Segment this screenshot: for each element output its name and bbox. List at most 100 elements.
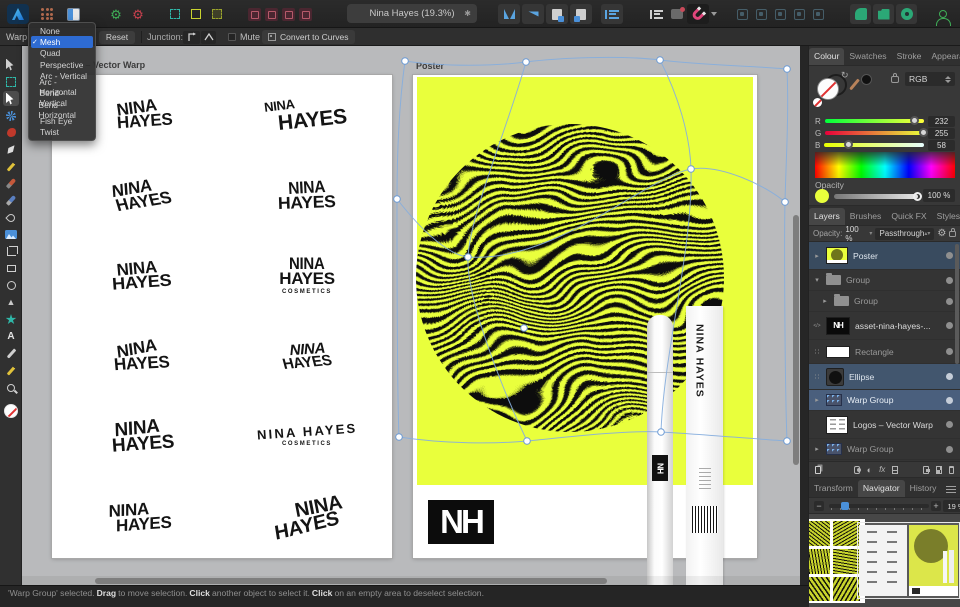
snap-option-3-icon[interactable]	[771, 4, 789, 24]
insert-in-front-icon[interactable]	[263, 4, 280, 24]
vector-brush-tool[interactable]	[3, 193, 19, 208]
duplicate-layer-icon[interactable]	[923, 465, 931, 474]
expand-icon[interactable]: ▸	[821, 297, 829, 305]
mesh-node[interactable]	[395, 433, 403, 441]
tab-history[interactable]: History	[905, 480, 942, 497]
mesh-node[interactable]	[783, 65, 791, 73]
boolean-subtract-icon[interactable]	[873, 4, 894, 24]
junction-sharp-field[interactable]	[183, 30, 200, 44]
crop-tool[interactable]	[3, 244, 19, 259]
opacity-slider[interactable]	[834, 191, 922, 201]
logo-variant[interactable]: NINA HAYES	[52, 317, 222, 398]
fill-swatch-none-icon[interactable]	[817, 78, 839, 100]
layer-row-asset[interactable]: </> NH asset-nina-hayes-...	[809, 312, 960, 340]
menu-item-quad[interactable]: Quad	[29, 48, 95, 59]
visibility-dot-icon[interactable]	[946, 396, 953, 404]
mask-icon[interactable]	[853, 465, 861, 474]
visibility-dot-icon[interactable]	[946, 373, 953, 380]
convert-to-curves-button[interactable]: Convert to Curves	[262, 30, 355, 44]
logos-artboard[interactable]: NINA HAYES NINA HAYES NINA HAYES NINA HAYES …	[52, 75, 392, 558]
green-slider[interactable]	[825, 128, 929, 138]
zoom-out-button[interactable]: −	[814, 501, 824, 511]
logo-variant[interactable]: NINA HAYES	[222, 75, 392, 156]
tab-appearance[interactable]: Appearance	[926, 48, 960, 65]
mesh-node[interactable]	[522, 58, 530, 66]
poster-artboard-label[interactable]: Poster	[416, 61, 444, 71]
horizontal-scrollbar-thumb[interactable]	[95, 577, 607, 584]
opacity-slider-knob[interactable]	[912, 191, 922, 201]
visibility-dot-icon[interactable]	[946, 421, 953, 428]
menu-item-perspective[interactable]: Perspective	[29, 59, 95, 70]
lock-icon[interactable]	[891, 73, 899, 83]
green-value[interactable]: 255	[928, 127, 955, 139]
artboard-tool[interactable]	[3, 74, 19, 89]
logo-variant[interactable]: NINA HAYES	[52, 236, 222, 317]
tab-quick-fx[interactable]: Quick FX	[886, 208, 931, 225]
boolean-intersect-icon[interactable]	[896, 4, 917, 24]
colour-mode-select[interactable]: RGB	[905, 72, 955, 86]
brush-tool[interactable]	[3, 176, 19, 191]
junction-smooth-field[interactable]	[201, 30, 216, 44]
pencil-tool[interactable]	[3, 159, 19, 174]
no-colour-mini-icon[interactable]	[813, 98, 822, 107]
logo-variant[interactable]: NINA HAYES COSMETICS	[222, 397, 392, 478]
logo-variant[interactable]: NINA HAYES	[222, 478, 392, 559]
blue-slider-knob[interactable]	[844, 140, 854, 150]
nh-logo[interactable]: NH	[428, 500, 494, 544]
layer-row-warp-group[interactable]: ▸ Warp Group	[809, 390, 960, 411]
navigator-preview[interactable]	[809, 514, 960, 607]
visibility-dot-icon[interactable]	[946, 252, 953, 259]
expand-icon[interactable]: ▸	[813, 396, 821, 404]
layer-lock-icon[interactable]	[949, 228, 956, 237]
rectangle-tool[interactable]	[3, 261, 19, 276]
affinity-designer-app-icon[interactable]	[7, 4, 29, 24]
visibility-dot-icon[interactable]	[946, 322, 953, 329]
poster-artboard[interactable]: NH NH NINA HAYES	[413, 75, 757, 585]
menu-item-none[interactable]: None	[29, 25, 95, 36]
place-image-tool[interactable]	[3, 227, 19, 242]
panel-menu-icon[interactable]	[946, 485, 956, 493]
mesh-node[interactable]	[783, 437, 791, 445]
zoom-value-box[interactable]: 19 %	[943, 500, 960, 512]
reset-button[interactable]: Reset	[99, 30, 135, 44]
collapse-icon[interactable]: ▾	[813, 276, 821, 284]
snap-option-4-icon[interactable]	[790, 4, 808, 24]
mesh-node[interactable]	[401, 57, 409, 65]
canvas[interactable]: Logos – Vector Warp Poster NINA HAYES NIN…	[22, 46, 800, 585]
snapping-magnet-icon[interactable]	[687, 4, 709, 24]
colour-picker-tool[interactable]	[3, 346, 19, 361]
menu-item-bend-horizontal[interactable]: Bend - Horizontal	[29, 100, 95, 120]
zoom-tool[interactable]	[3, 380, 19, 395]
zoom-in-button[interactable]: +	[931, 501, 941, 511]
mesh-node[interactable]	[393, 195, 401, 203]
mesh-node[interactable]	[781, 198, 789, 206]
opacity-colour-swatch[interactable]	[815, 189, 829, 203]
move-tool[interactable]	[3, 57, 19, 72]
tab-navigator[interactable]: Navigator	[857, 480, 905, 497]
tab-layers[interactable]: Layers	[809, 208, 845, 225]
mesh-warp-tool[interactable]	[3, 108, 19, 123]
visibility-dot-icon[interactable]	[946, 276, 953, 284]
document-title[interactable]: Nina Hayes (19.3%) ✱	[347, 4, 477, 23]
edit-all-layers-icon[interactable]	[815, 465, 821, 474]
move-to-front-icon[interactable]	[546, 4, 568, 24]
alignment-icon[interactable]	[601, 4, 623, 24]
snapping-dropdown-icon[interactable]	[709, 4, 719, 24]
swap-fill-stroke-icon[interactable]: ↻	[841, 70, 849, 81]
layer-opacity-value[interactable]: 100 %	[845, 225, 866, 243]
adjustment-icon[interactable]: ◐	[867, 465, 872, 475]
export-persona-icon[interactable]	[62, 4, 84, 24]
table-icon[interactable]	[892, 465, 899, 474]
layer-row-rectangle[interactable]: ∷ Rectangle	[809, 340, 960, 364]
snap-option-2-icon[interactable]	[752, 4, 770, 24]
opacity-caret-icon[interactable]: ▾	[869, 230, 872, 237]
triangle-tool[interactable]: ▲	[3, 295, 19, 310]
logo-variant[interactable]: NINA HAYES COSMETICS	[222, 236, 392, 317]
layer-row-warp-group-2[interactable]: ▸ Warp Group	[809, 439, 960, 460]
snap-option-1-icon[interactable]	[733, 4, 751, 24]
tab-swatches[interactable]: Swatches	[844, 48, 891, 65]
pen-tool[interactable]	[3, 142, 19, 157]
red-slider[interactable]	[824, 116, 924, 126]
logo-variant[interactable]: NINA HAYES	[222, 156, 392, 237]
red-slider-knob[interactable]	[910, 116, 920, 126]
